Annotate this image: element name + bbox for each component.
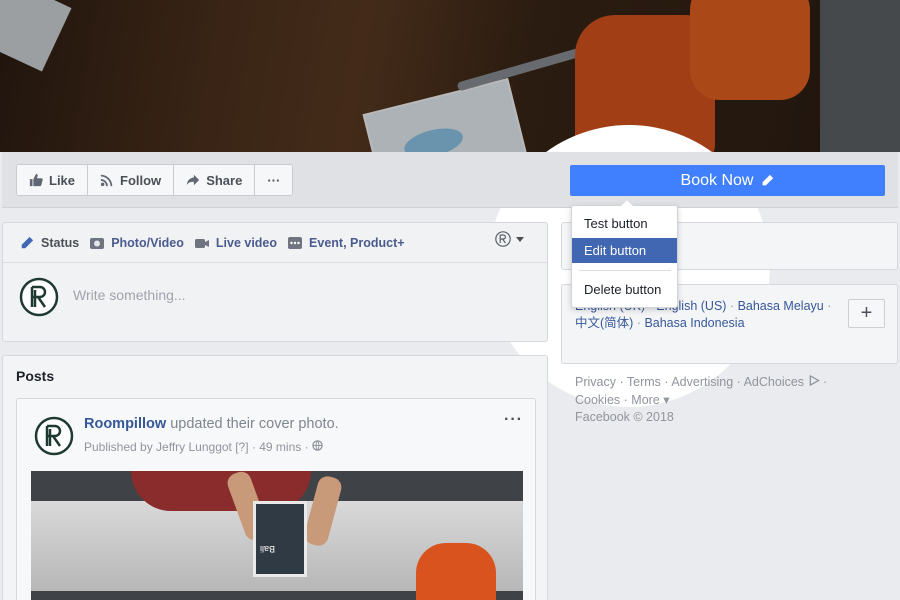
book-now-dropdown-menu: Test button Edit button Delete button — [571, 199, 678, 308]
cover-photo — [0, 0, 900, 152]
follow-label: Follow — [120, 172, 162, 188]
more-actions-button[interactable]: ··· — [255, 165, 292, 195]
photo-book-title: Bali — [260, 544, 276, 554]
posts-section: Posts Roompillow updated their cover pho… — [2, 355, 548, 600]
page-action-bar: Like Follow Share ··· Book Now — [2, 152, 898, 208]
footer-privacy[interactable]: Privacy — [575, 375, 616, 389]
test-button-menu-item[interactable]: Test button — [572, 211, 677, 236]
tab-status-label: Status — [41, 235, 80, 250]
camera-icon — [90, 237, 105, 249]
pencil-icon — [762, 174, 774, 187]
post-options-icon[interactable]: ··· — [504, 411, 523, 429]
page-selector[interactable] — [495, 231, 525, 247]
book-now-label: Book Now — [680, 171, 754, 189]
like-button[interactable]: Like — [17, 165, 89, 195]
adchoices-icon — [809, 374, 820, 387]
tab-live-video-label: Live video — [215, 235, 278, 250]
cover-overlay — [0, 0, 900, 152]
delete-button-menu-item[interactable]: Delete button — [572, 277, 677, 302]
caret-down-icon — [516, 237, 524, 242]
more-options-icon — [288, 236, 303, 249]
share-button[interactable]: Share — [174, 165, 256, 195]
post-action-text: updated their cover photo. — [166, 416, 339, 432]
footer-copyright: Facebook © 2018 — [575, 410, 674, 424]
post-headline: Roompillow updated their cover photo. — [84, 416, 339, 432]
tab-photo-video[interactable]: Photo/Video — [89, 236, 184, 250]
tab-event-product[interactable]: Event, Product+ — [287, 236, 405, 250]
share-label: Share — [206, 172, 243, 188]
photo-book: Bali — [253, 501, 307, 577]
caret-down-icon: ▾ — [663, 392, 670, 407]
book-now-button[interactable]: Book Now — [570, 165, 885, 196]
page-action-buttons: Like Follow Share ··· — [16, 164, 294, 196]
footer-adchoices[interactable]: AdChoices — [744, 375, 804, 389]
video-camera-icon — [194, 238, 209, 248]
composer-input[interactable]: Write something... — [73, 287, 186, 303]
post-author-link[interactable]: Roompillow — [84, 416, 166, 432]
tab-status[interactable]: Status — [19, 236, 79, 250]
page-logo-icon — [495, 231, 511, 247]
like-label: Like — [49, 172, 76, 188]
tab-live-video[interactable]: Live video — [194, 236, 277, 250]
post-composer: Status Photo/Video Live video Event, Pro… — [2, 222, 548, 342]
rss-icon — [100, 174, 113, 187]
composer-tabs: Status Photo/Video Live video Event, Pro… — [3, 223, 547, 263]
photo-backpack — [416, 543, 496, 600]
posts-title: Posts — [16, 368, 55, 384]
add-language-button[interactable]: + — [848, 299, 885, 328]
menu-divider — [579, 270, 671, 271]
language-bahasa-indonesia[interactable]: Bahasa Indonesia — [644, 316, 744, 330]
thumbs-up-icon — [29, 173, 43, 187]
page-avatar — [19, 277, 59, 317]
share-arrow-icon — [187, 174, 200, 186]
footer-advertising[interactable]: Advertising — [671, 375, 733, 389]
post-photo[interactable]: Bali — [31, 471, 523, 600]
language-chinese-simplified[interactable]: 中文(简体) — [575, 316, 633, 330]
globe-icon — [312, 440, 323, 451]
post-card: Roompillow updated their cover photo. Pu… — [16, 398, 536, 600]
tab-photo-video-label: Photo/Video — [111, 235, 184, 250]
pencil-icon — [21, 236, 34, 248]
language-bahasa-melayu[interactable]: Bahasa Melayu — [738, 299, 824, 313]
footer-cookies[interactable]: Cookies — [575, 393, 620, 407]
edit-button-menu-item[interactable]: Edit button — [572, 238, 677, 263]
composer-body: Write something... — [3, 263, 547, 343]
more-dots-icon: ··· — [267, 172, 281, 188]
footer-links: Privacy · Terms · Advertising · AdChoice… — [575, 374, 828, 424]
footer-terms[interactable]: Terms — [627, 375, 661, 389]
post-author-avatar[interactable] — [34, 416, 74, 456]
follow-button[interactable]: Follow — [88, 165, 175, 195]
post-meta: Published by Jeffry Lunggot [?] · 49 min… — [84, 440, 323, 454]
footer-more[interactable]: More — [631, 393, 659, 407]
post-published-by: Published by Jeffry Lunggot [?] · 49 min… — [84, 440, 312, 454]
tab-event-product-label: Event, Product+ — [309, 235, 405, 250]
